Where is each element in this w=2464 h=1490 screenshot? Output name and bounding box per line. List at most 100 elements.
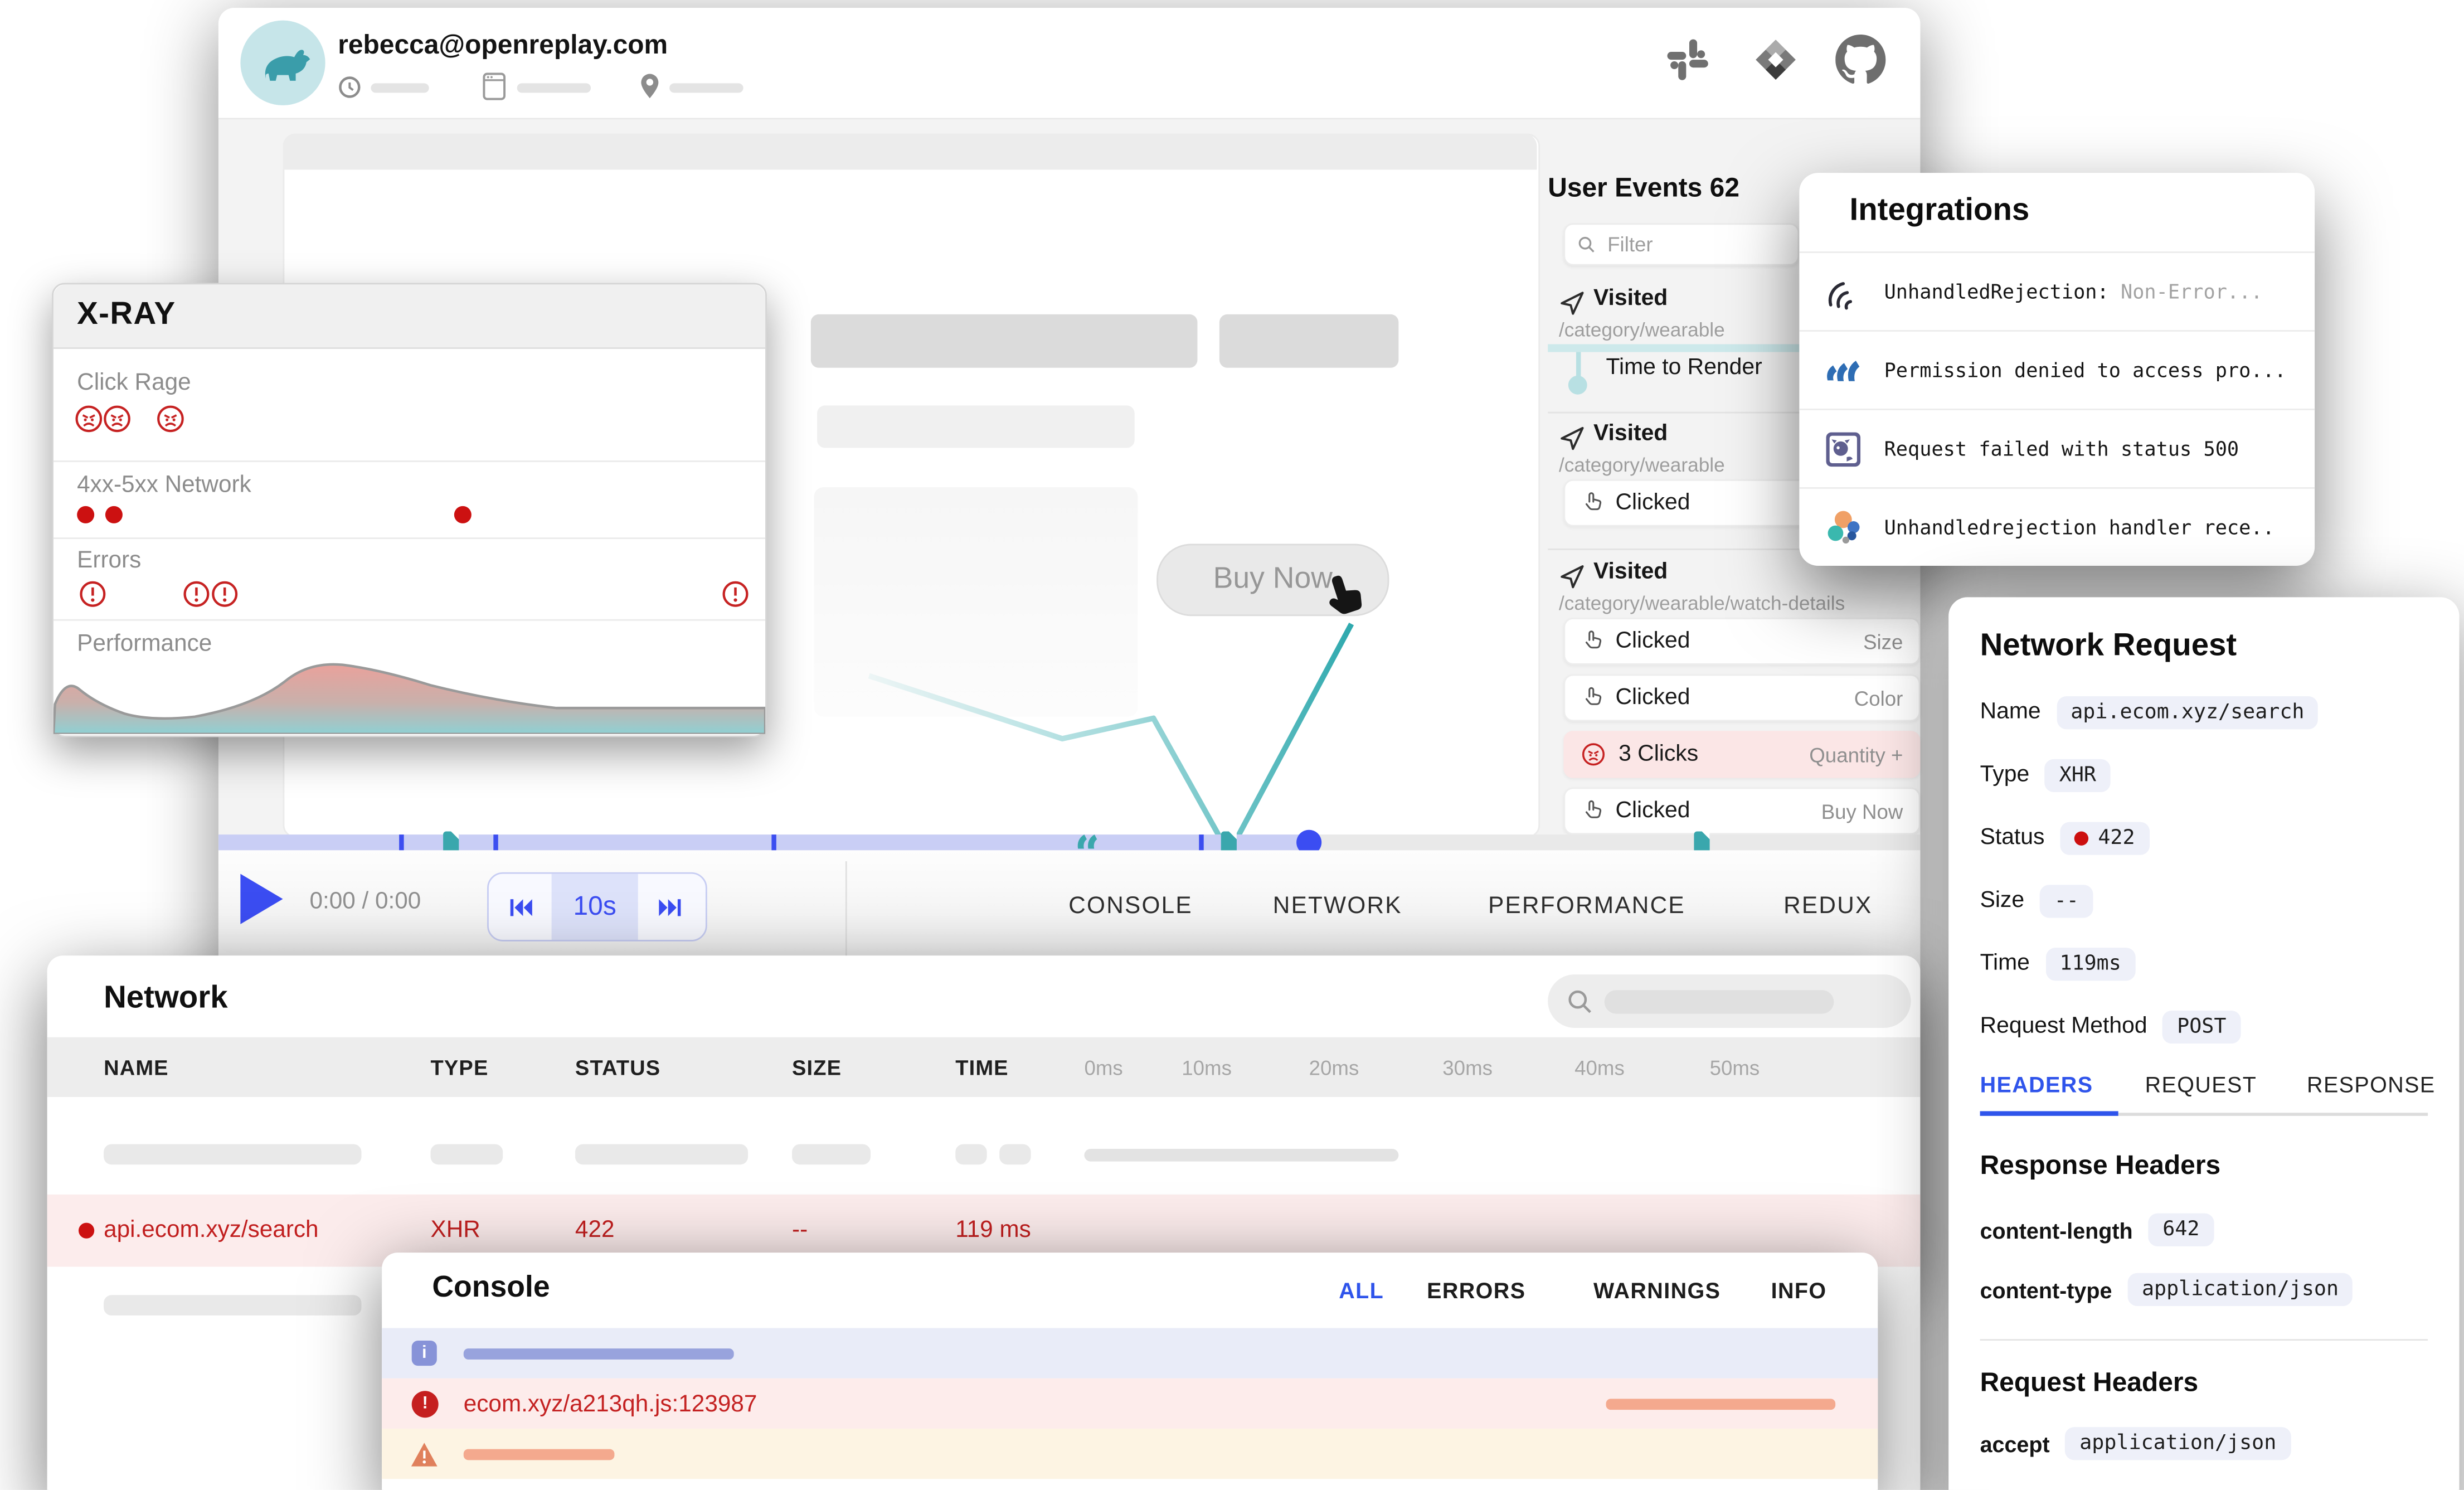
- session-location-skeleton: [669, 83, 743, 93]
- console-row-info[interactable]: i: [382, 1328, 1878, 1378]
- page-skeleton-block: [811, 314, 1198, 368]
- network-table-header: NAME TYPE STATUS SIZE TIME 0ms 10ms 20ms…: [47, 1037, 1921, 1097]
- network-error-dot[interactable]: [105, 506, 123, 523]
- buy-now-label: Buy Now: [1213, 562, 1333, 597]
- integrations-title: Integrations: [1850, 193, 2030, 230]
- event-metric[interactable]: Time to Render: [1606, 355, 1762, 380]
- network-search[interactable]: [1548, 974, 1911, 1028]
- field-label: Time: [1980, 951, 2030, 976]
- player-timeline[interactable]: [218, 834, 1921, 850]
- col-status: STATUS: [575, 1056, 660, 1080]
- header-label: content-type: [1980, 1277, 2112, 1302]
- user-events-title-text: User Events: [1548, 173, 1702, 203]
- search-icon: [1567, 988, 1592, 1013]
- request-name: api.ecom.xyz/search: [104, 1216, 319, 1243]
- xray-panel: X-RAY Click Rage 4xx-5xx Network Errors …: [52, 283, 767, 737]
- tick-50ms: 50ms: [1710, 1056, 1760, 1080]
- clock-icon: [338, 75, 361, 99]
- event-clicked[interactable]: Clicked Size: [1563, 618, 1920, 665]
- user-events-count: 62: [1710, 173, 1739, 203]
- tab-redux[interactable]: REDUX: [1783, 892, 1872, 919]
- tab-request[interactable]: REQUEST: [2145, 1072, 2257, 1097]
- event-url: /category/wearable/watch-details: [1559, 593, 1845, 614]
- skip-forward-button[interactable]: [638, 874, 701, 940]
- events-filter[interactable]: [1563, 223, 1799, 265]
- play-button[interactable]: [240, 874, 283, 924]
- console-tab-warnings[interactable]: WARNINGS: [1593, 1278, 1721, 1303]
- sentry-icon: [1824, 273, 1862, 310]
- timeline-event-tick: [771, 834, 776, 850]
- console-tab-all[interactable]: ALL: [1339, 1278, 1384, 1303]
- rage-face-icon[interactable]: [102, 404, 132, 434]
- event-visited[interactable]: Visited: [1593, 560, 1668, 585]
- integration-item-waves[interactable]: Permission denied to access pro...: [1799, 330, 2315, 409]
- field-value: --: [2040, 884, 2093, 917]
- log-skeleton: [1606, 1398, 1836, 1409]
- divider: [1980, 1339, 2428, 1341]
- info-icon: i: [412, 1341, 437, 1366]
- elastic-icon: [1824, 508, 1862, 546]
- page-skeleton-image: [814, 487, 1138, 717]
- error-icon[interactable]: [79, 580, 107, 608]
- search-icon: [1578, 234, 1595, 255]
- waterfall-bar: [1084, 1149, 1398, 1162]
- error-icon[interactable]: [721, 580, 750, 608]
- field-value: 422: [2098, 826, 2135, 850]
- jira-icon[interactable]: [1752, 36, 1800, 84]
- integration-item-datadog[interactable]: Request failed with status 500: [1799, 409, 2315, 487]
- session-user-email: rebecca@openreplay.com: [338, 30, 668, 61]
- console-row-warning[interactable]: [382, 1429, 1878, 1479]
- header-value: 642: [2149, 1214, 2214, 1246]
- skip-forward-icon: [656, 894, 683, 920]
- header-label: accept: [1980, 1431, 2050, 1456]
- warning-icon: [410, 1440, 439, 1467]
- skip-back-button[interactable]: [489, 874, 552, 940]
- cursor-pointer-icon: [1326, 570, 1370, 618]
- tab-response[interactable]: RESPONSE: [2307, 1072, 2436, 1097]
- rage-face-icon[interactable]: [155, 404, 186, 434]
- events-filter-input[interactable]: [1605, 231, 1785, 258]
- request-status: 422: [575, 1216, 615, 1243]
- field-request-method: Request Method POST: [1980, 1006, 2241, 1046]
- integration-item-sentry[interactable]: UnhandledRejection: Non-Error...: [1799, 251, 2315, 330]
- slack-icon[interactable]: [1664, 36, 1712, 84]
- tab-headers[interactable]: HEADERS: [1980, 1072, 2093, 1097]
- network-row-skeleton[interactable]: [47, 1119, 1921, 1191]
- rage-face-icon[interactable]: [74, 404, 104, 434]
- console-row-error[interactable]: ! ecom.xyz/a213qh.js:123987: [382, 1379, 1878, 1429]
- console-tab-info[interactable]: INFO: [1771, 1278, 1827, 1303]
- event-rage-clicks[interactable]: 3 Clicks Quantity +: [1563, 731, 1920, 778]
- field-label: Request Method: [1980, 1014, 2147, 1039]
- event-visited[interactable]: Visited: [1593, 286, 1668, 311]
- console-tab-errors[interactable]: ERRORS: [1427, 1278, 1525, 1303]
- session-browser-skeleton: [517, 83, 591, 93]
- error-icon[interactable]: [211, 580, 239, 608]
- network-errors-label: 4xx-5xx Network: [77, 472, 251, 498]
- integration-message: UnhandledRejection:: [1884, 280, 2109, 303]
- tab-console[interactable]: CONSOLE: [1068, 892, 1193, 919]
- replayed-page-toolbar: [283, 134, 1537, 170]
- timeline-quote-marker: [1076, 832, 1098, 852]
- tab-performance[interactable]: PERFORMANCE: [1488, 892, 1685, 919]
- skip-interval[interactable]: 10s: [552, 874, 638, 940]
- datadog-icon: [1824, 430, 1862, 468]
- network-error-dot[interactable]: [77, 506, 94, 523]
- integration-item-elastic[interactable]: Unhandledrejection handler rece..: [1799, 487, 2315, 566]
- field-value: 119ms: [2045, 947, 2135, 980]
- error-icon[interactable]: [182, 580, 211, 608]
- field-label: Size: [1980, 888, 2025, 913]
- tab-network[interactable]: NETWORK: [1273, 892, 1402, 919]
- event-clicked[interactable]: Clicked Color: [1563, 674, 1920, 722]
- user-events-title: User Events 62: [1548, 173, 1739, 204]
- header-value: application/json: [2128, 1273, 2353, 1306]
- event-clicked[interactable]: Clicked Buy Now: [1563, 788, 1920, 835]
- page-skeleton-block: [817, 405, 1135, 448]
- github-icon[interactable]: [1835, 35, 1885, 85]
- error-dot: [79, 1223, 94, 1239]
- event-visited[interactable]: Visited: [1593, 421, 1668, 446]
- status-error-dot: [2074, 831, 2088, 845]
- divider: [54, 460, 765, 462]
- rage-face-icon: [1581, 742, 1606, 767]
- location-pin-icon: [640, 72, 660, 101]
- network-error-dot[interactable]: [454, 506, 472, 523]
